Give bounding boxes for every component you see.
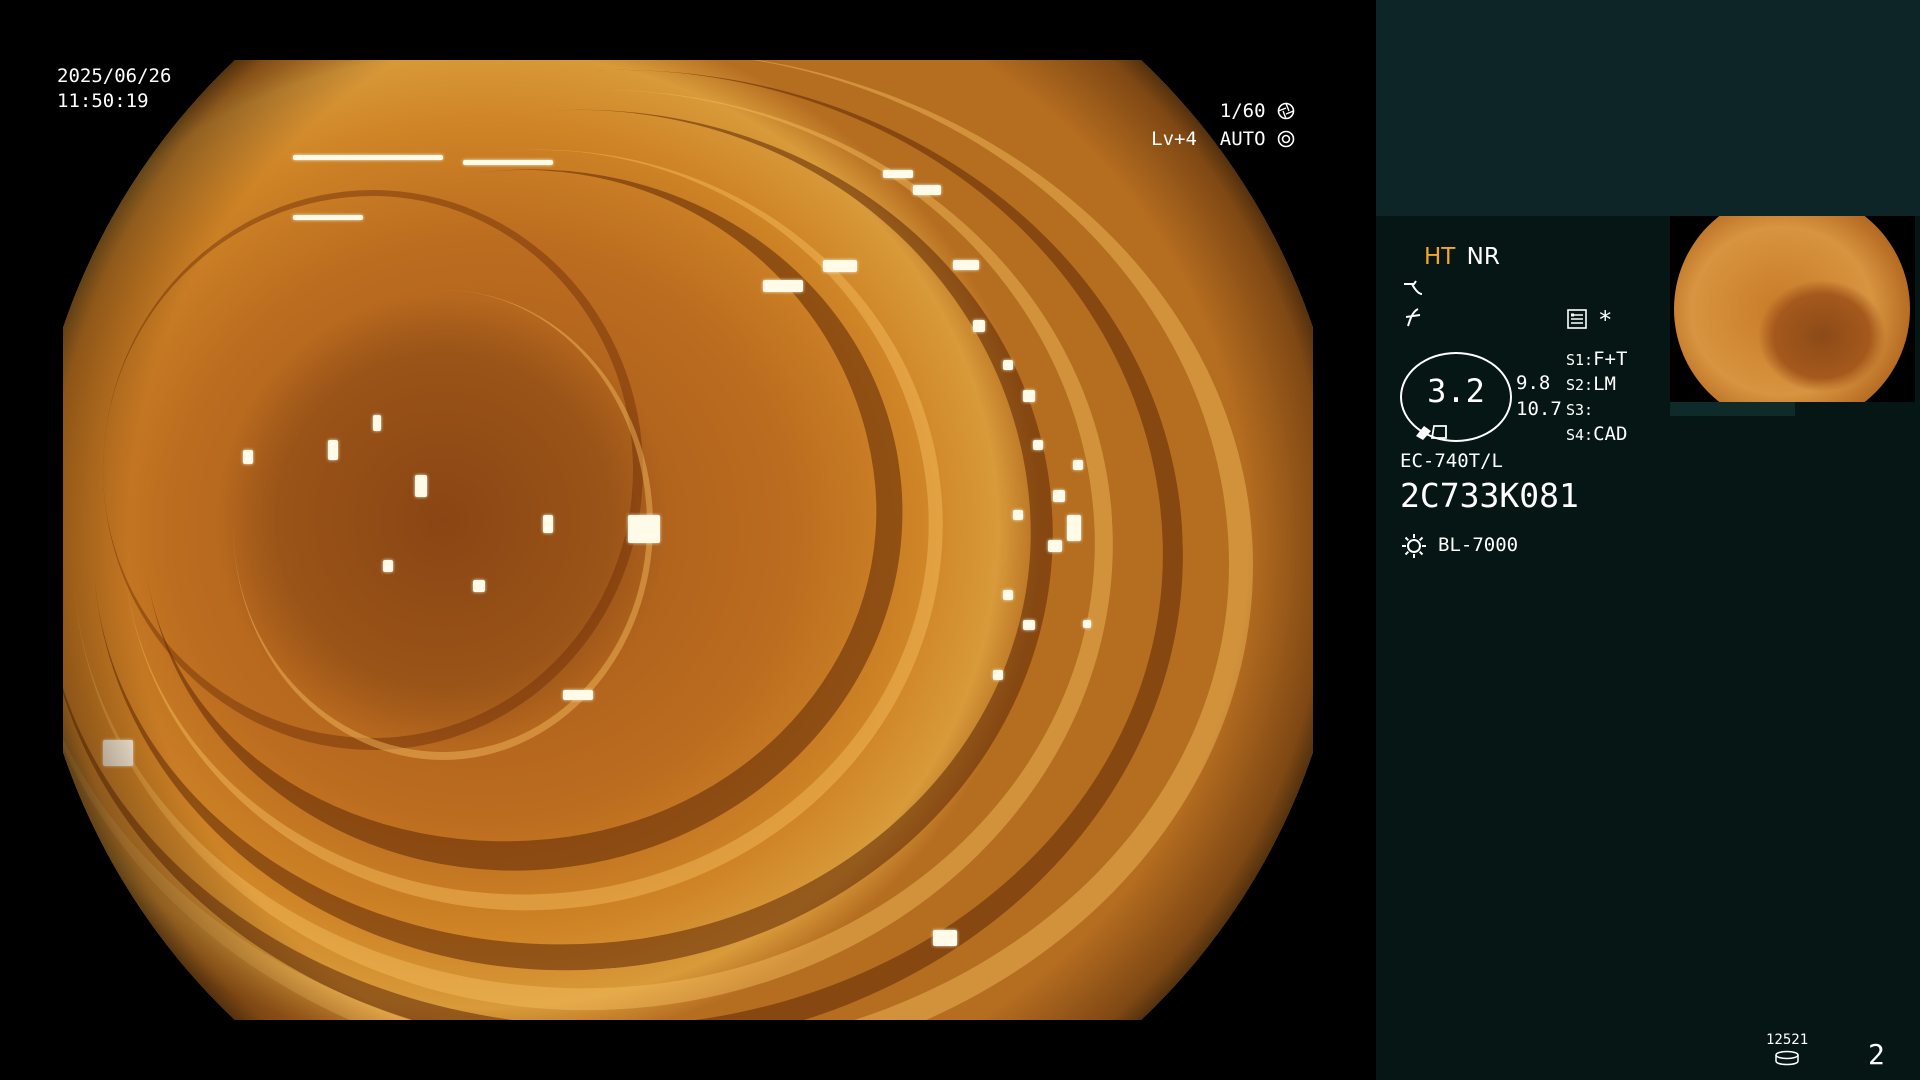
switch-row-3: S3:	[1566, 398, 1593, 420]
capture-thumbnail	[1670, 216, 1915, 402]
date-text: 2025/06/26	[57, 65, 172, 87]
switch-key: S4:	[1566, 426, 1594, 444]
storage-count: 12521	[1766, 1032, 1809, 1048]
shutter-value: 1/60	[1219, 100, 1266, 122]
endoscopy-monitor: 2025/06/26 11:50:19 1/60 Lv+4 AUTO HT NR	[0, 0, 1920, 1080]
image-modes: HT NR	[1424, 244, 1500, 270]
switch-value: CAD	[1593, 423, 1628, 445]
storage-disk-icon	[1775, 1050, 1799, 1066]
shutter-speed: 1/60	[1195, 99, 1295, 123]
measure-value-a: 9.8	[1516, 372, 1551, 394]
light-source-name: BL-7000	[1438, 534, 1519, 556]
thumbnail-bar	[1670, 402, 1795, 416]
magnification-value: 3.2	[1427, 372, 1485, 410]
light-source-icon	[1402, 534, 1426, 558]
enhance-curve-icon	[1404, 280, 1423, 295]
scope-model: EC-740T/L	[1400, 450, 1503, 472]
iris-icon	[1277, 130, 1295, 148]
exposure-setting: Lv+4 AUTO	[1145, 127, 1295, 151]
asterisk-mark: *	[1598, 306, 1613, 334]
page-number: 2	[1868, 1038, 1885, 1071]
panel-header-area	[1376, 0, 1920, 216]
nr-mode: NR	[1466, 244, 1500, 270]
measure-value-b: 10.7	[1516, 398, 1562, 420]
switch-row-4: S4:CAD	[1566, 423, 1627, 445]
scope-serial: 2C733K081	[1400, 476, 1579, 515]
switch-key: S3:	[1566, 401, 1594, 419]
zoom-tool-icon	[1416, 425, 1447, 440]
exposure-value: Lv+4 AUTO	[1151, 128, 1266, 150]
menu-list-icon	[1567, 309, 1587, 329]
time-text: 11:50:19	[57, 90, 149, 112]
switch-key: S2:	[1566, 376, 1594, 394]
endoscope-view	[63, 60, 1313, 1020]
ht-mode: HT	[1424, 244, 1456, 270]
thumbnail-image	[1674, 216, 1910, 402]
freeze-icon	[1405, 308, 1421, 327]
info-panel: HT NR * 3.2 9.8 10.7 S1:F+T S2:LM S3: S4…	[1376, 0, 1920, 1080]
switch-row-1: S1:F+T	[1566, 348, 1627, 370]
shutter-icon	[1277, 102, 1295, 120]
switch-key: S1:	[1566, 351, 1594, 369]
switch-value: LM	[1593, 373, 1616, 395]
switch-row-2: S2:LM	[1566, 373, 1616, 395]
switch-value: F+T	[1593, 348, 1628, 370]
